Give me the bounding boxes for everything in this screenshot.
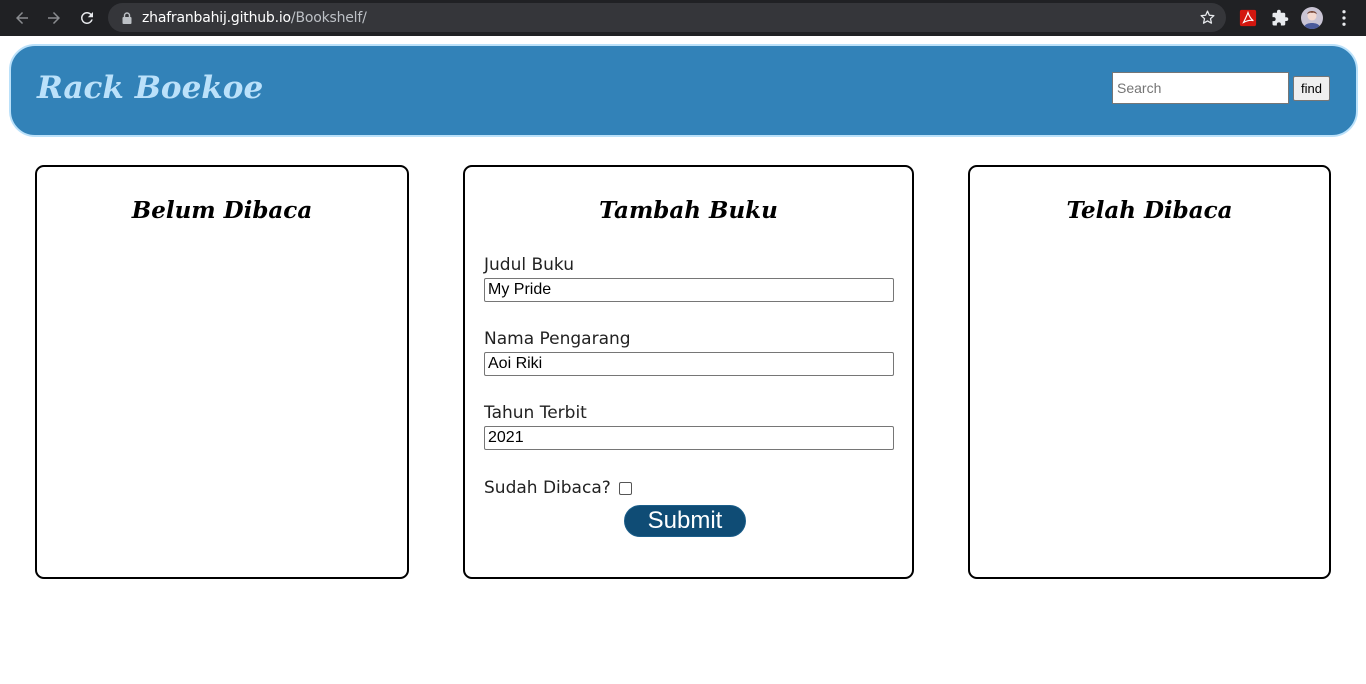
puzzle-icon[interactable] (1269, 7, 1291, 29)
lock-icon[interactable] (120, 11, 134, 25)
forward-icon[interactable] (42, 6, 66, 30)
search-input[interactable] (1112, 72, 1289, 104)
pdf-extension-icon[interactable] (1237, 7, 1259, 29)
read-books-panel: Telah Dibaca (968, 165, 1331, 579)
url-text: zhafranbahij.github.io/Bookshelf/ (142, 9, 367, 26)
back-icon[interactable] (10, 6, 34, 30)
read-checkbox-label: Sudah Dibaca? (484, 478, 611, 498)
add-book-panel: Tambah Buku Judul Buku Nama Pengarang Ta… (463, 165, 914, 579)
profile-avatar-icon[interactable] (1301, 7, 1323, 29)
read-panel-title: Telah Dibaca (1066, 197, 1233, 224)
star-icon[interactable] (1199, 9, 1216, 26)
submit-button[interactable]: Submit (624, 505, 746, 537)
year-input[interactable] (484, 426, 894, 450)
unread-panel-title: Belum Dibaca (131, 197, 313, 224)
author-label: Nama Pengarang (484, 329, 631, 349)
site-header: Rack Boekoe find (9, 44, 1358, 137)
find-button[interactable]: find (1293, 76, 1330, 101)
year-label: Tahun Terbit (484, 403, 587, 423)
read-checkbox-row: Sudah Dibaca? (484, 478, 632, 498)
read-checkbox[interactable] (618, 481, 632, 495)
book-title-label: Judul Buku (484, 255, 575, 275)
brand-logo: Rack Boekoe (37, 70, 264, 106)
unread-books-panel: Belum Dibaca (35, 165, 409, 579)
book-title-input[interactable] (484, 278, 894, 302)
reload-icon[interactable] (75, 6, 99, 30)
author-input[interactable] (484, 352, 894, 376)
kebab-menu-icon[interactable] (1333, 7, 1355, 29)
add-panel-title: Tambah Buku (599, 197, 778, 224)
address-bar[interactable]: zhafranbahij.github.io/Bookshelf/ (108, 3, 1226, 32)
browser-toolbar: zhafranbahij.github.io/Bookshelf/ (0, 0, 1366, 36)
